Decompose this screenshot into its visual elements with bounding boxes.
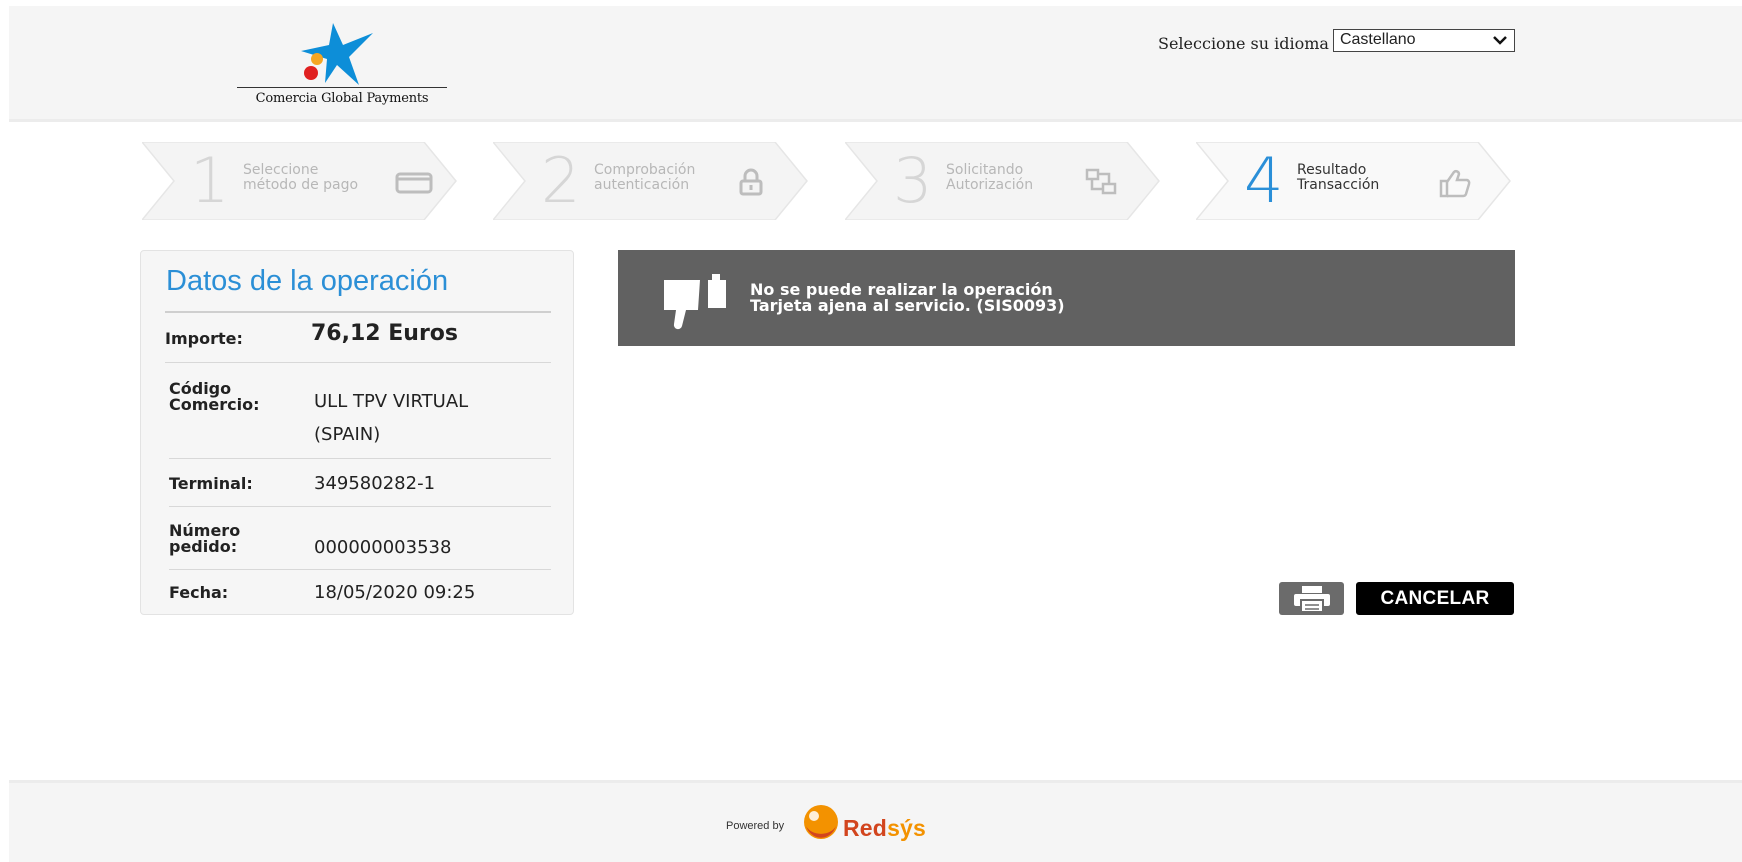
language-label: Seleccione su idioma [1158,34,1329,53]
divider [165,311,551,313]
merchant-label: Código Comercio: [169,379,260,414]
step-number: 2 [541,144,581,217]
step-1: 1 Seleccione método de pago [142,142,458,220]
error-detail: Tarjeta ajena al servicio. (SIS0093) [750,296,1065,315]
divider [169,569,551,570]
order-value: 000000003538 [314,537,452,558]
error-text: No se puede realizar la operación Tarjet… [750,282,1065,314]
divider [169,458,551,459]
step-label: Solicitando Autorización [946,162,1034,193]
order-label: Número pedido: [169,521,241,556]
step-3: 3 Solicitando Autorización [845,142,1161,220]
date-label: Fecha: [169,583,229,602]
redsys-brand: Redsýs [843,815,927,841]
print-button[interactable] [1279,582,1344,615]
network-icon [1085,168,1117,195]
operation-details-title: Datos de la operación [166,265,449,297]
step-number: 4 [1244,144,1284,217]
terminal-value: 349580282-1 [314,473,436,494]
step-number: 1 [190,144,230,217]
divider [165,362,551,363]
cancel-button[interactable]: CANCELAR [1356,582,1514,615]
header: Comercia Global Payments Seleccione su i… [9,6,1742,122]
step-4: 4 Resultado Transacción [1196,142,1512,220]
printer-icon [1293,585,1330,613]
step-label: Seleccione método de pago [243,162,359,193]
chevron-down-icon [1493,36,1507,45]
progress-steps: 1 Seleccione método de pago 2 Comprobació… [142,142,1517,220]
step-number: 3 [893,144,933,217]
powered-by-label: Powered by [726,820,785,832]
brand-name: Comercia Global Payments [237,87,447,106]
step-label: Comprobación autenticación [594,162,696,193]
error-message-box: No se puede realizar la operación Tarjet… [618,250,1515,346]
terminal-label: Terminal: [169,474,253,493]
amount-label: Importe: [165,329,243,348]
thumbs-up-icon [1439,170,1471,198]
footer: Powered by Redsýs [9,780,1742,862]
amount-value: 76,12 Euros [311,321,458,346]
step-label: Resultado Transacción [1297,162,1380,193]
operation-details-panel: Datos de la operación Importe: 76,12 Eur… [140,250,574,615]
step-2: 2 Comprobación autenticación [493,142,809,220]
language-selector: Seleccione su idioma Castellano [1158,28,1515,53]
thumbs-down-icon [664,274,726,330]
redsys-logo-icon [804,805,838,839]
brand-logo: Comercia Global Payments [228,18,448,110]
lock-icon [739,168,763,196]
language-value: Castellano [1339,31,1416,48]
star-logo-icon [301,23,373,85]
language-select[interactable]: Castellano [1332,29,1515,52]
merchant-value: ULL TPV VIRTUAL (SPAIN) [314,391,469,445]
credit-card-icon [395,172,433,194]
divider [169,506,551,507]
date-value: 18/05/2020 09:25 [314,582,476,603]
